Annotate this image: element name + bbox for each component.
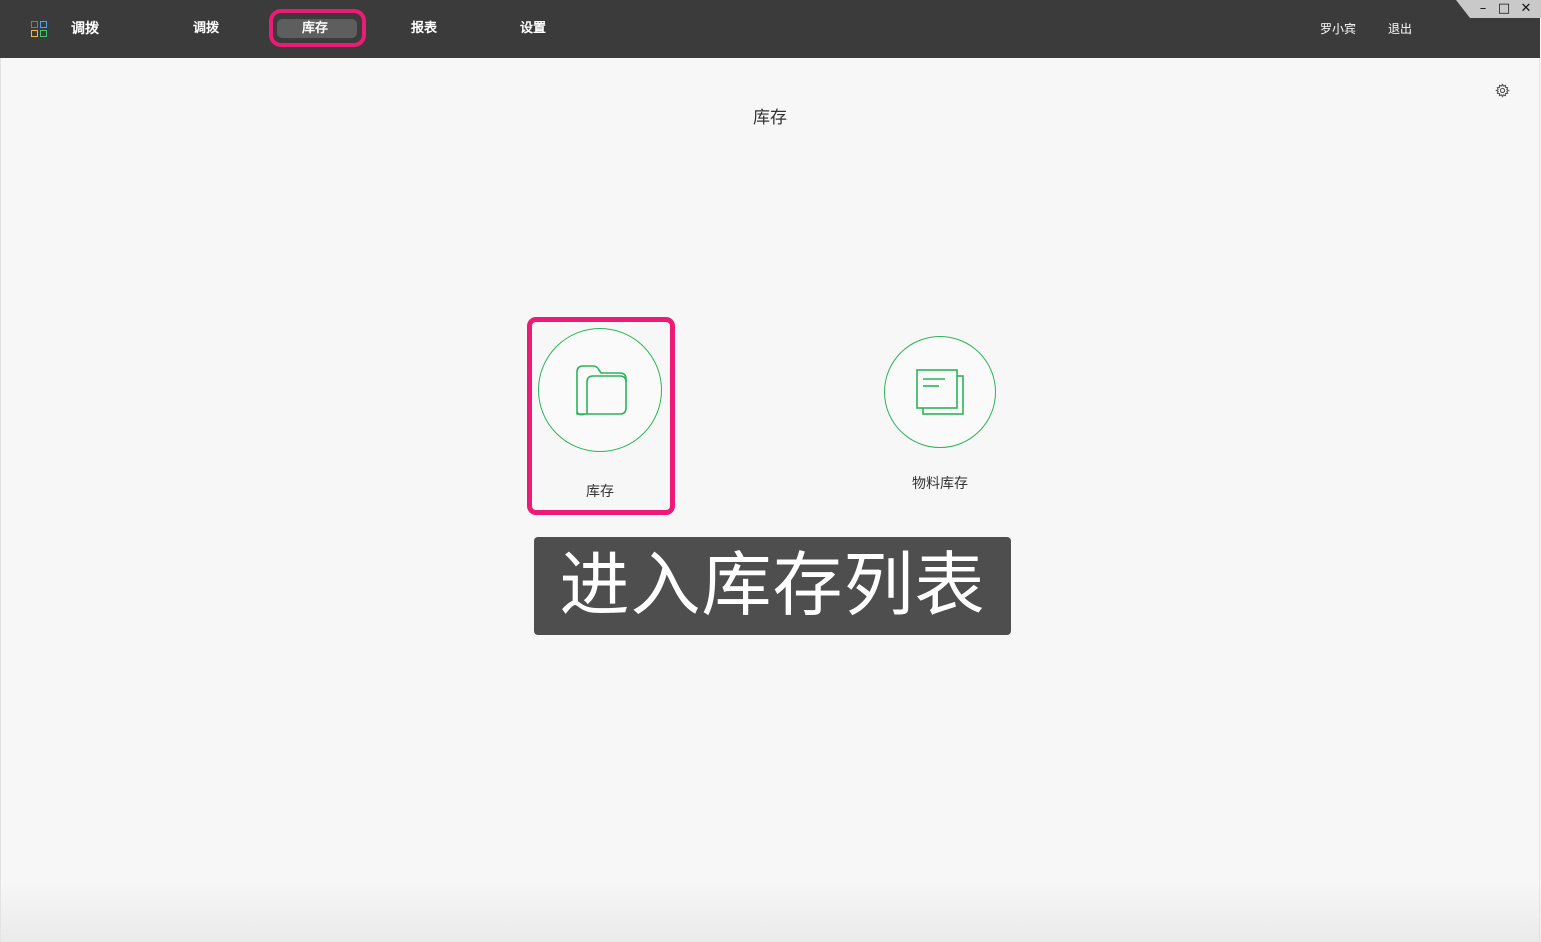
nav-item-transfer[interactable]: 调拨: [193, 19, 219, 39]
app-brand-title: 调拨: [71, 21, 99, 37]
nav-item-inventory[interactable]: 库存: [302, 19, 328, 39]
minimize-icon[interactable]: –: [1475, 1, 1491, 17]
nav-item-reports[interactable]: 报表: [411, 19, 437, 39]
app-grid-icon[interactable]: [31, 21, 47, 37]
gear-icon[interactable]: [1495, 83, 1510, 98]
material-inventory-tile-label: 物料库存: [912, 476, 968, 492]
material-inventory-tile[interactable]: 物料库存: [884, 336, 996, 496]
top-bar: 调拨 调拨 库存 报表 设置 罗小宾 退出: [0, 0, 1540, 58]
maximize-icon[interactable]: □: [1496, 1, 1512, 17]
main-content: [0, 58, 1541, 942]
inventory-highlight-frame: [527, 317, 675, 515]
bottom-shadow: [1, 882, 1541, 942]
material-inventory-tile-circle: [884, 336, 996, 448]
window-controls: – □ ✕: [1456, 0, 1541, 18]
instruction-caption: 进入库存列表: [534, 537, 1011, 635]
documents-icon: [916, 369, 964, 415]
nav-item-settings[interactable]: 设置: [520, 19, 546, 39]
page-title: 库存: [753, 108, 787, 128]
logout-link[interactable]: 退出: [1388, 19, 1412, 39]
user-name[interactable]: 罗小宾: [1320, 19, 1356, 39]
close-icon[interactable]: ✕: [1518, 1, 1534, 17]
